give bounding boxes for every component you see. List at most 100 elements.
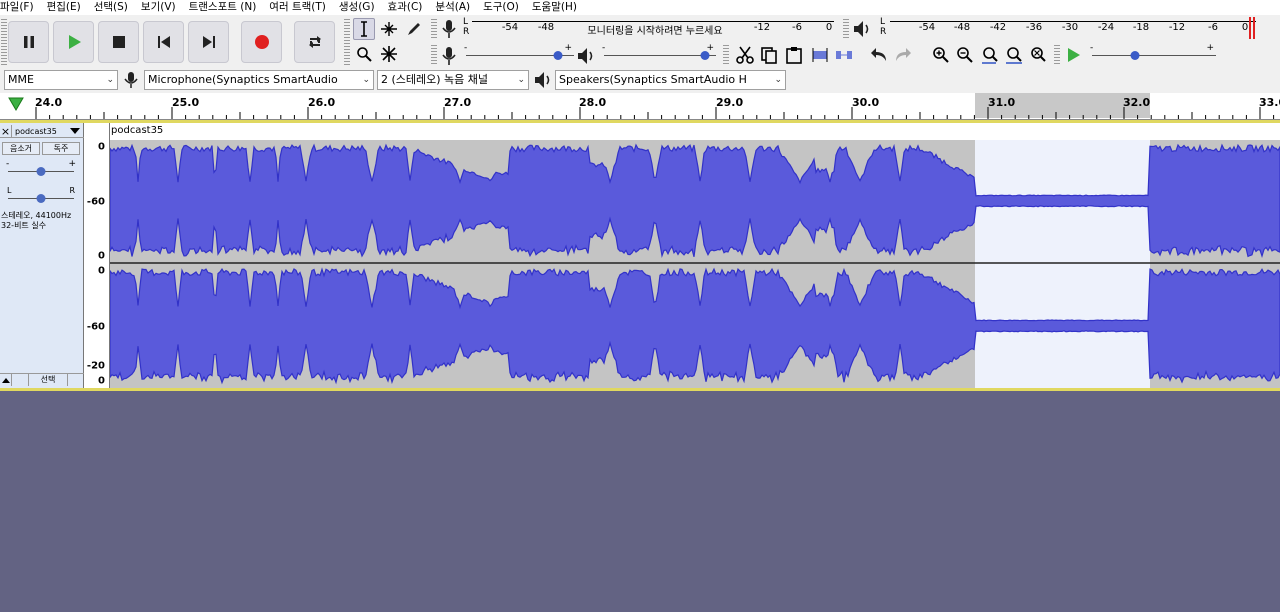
record-button[interactable]: [241, 21, 282, 63]
fit-selection-button[interactable]: [979, 44, 1001, 66]
record-volume-plus: +: [564, 43, 572, 53]
silence-button[interactable]: [833, 44, 855, 66]
gain-slider[interactable]: - +: [6, 159, 76, 179]
speaker-icon[interactable]: [852, 20, 872, 38]
mute-button[interactable]: 음소거: [2, 142, 40, 155]
skip-to-end-button[interactable]: [188, 21, 229, 63]
selection-tool-button[interactable]: [353, 18, 375, 40]
fit-project-button[interactable]: [1003, 44, 1025, 66]
play-meter-tick: -54: [918, 22, 936, 33]
recording-channels-select[interactable]: 2 (스테레오) 녹음 채널 ⌄: [377, 70, 529, 90]
menu-tracks[interactable]: 여러 트랙(T): [269, 0, 333, 15]
zoom-toggle-button[interactable]: [1027, 44, 1049, 66]
record-meter[interactable]: -54 -48 -12 -6 0 모니터링을 시작하려면 누르세요: [472, 18, 834, 38]
waveform-selection: [975, 123, 1150, 388]
menu-view[interactable]: 보기(V): [141, 0, 183, 15]
clip-indicator-right: [1253, 17, 1255, 39]
tools-grip[interactable]: [344, 19, 350, 65]
track-close-button[interactable]: ×: [0, 124, 12, 138]
trim-button[interactable]: [809, 44, 831, 66]
skip-to-start-button[interactable]: [143, 21, 184, 63]
menu-file[interactable]: 파일(F): [0, 0, 41, 15]
select-track-button[interactable]: 선택: [28, 374, 68, 386]
recording-device-select[interactable]: Microphone(Synaptics SmartAudio ⌄: [144, 70, 374, 90]
menu-select[interactable]: 선택(S): [94, 0, 135, 15]
collapse-track-button[interactable]: [0, 374, 12, 386]
playback-meter[interactable]: -54 -48 -42 -36 -30 -24 -18 -12 -6 0: [890, 18, 1256, 38]
play-meter-grip[interactable]: [843, 19, 849, 39]
menu-transport[interactable]: 트랜스포트 (N): [189, 0, 264, 15]
pan-left-label: L: [7, 186, 12, 195]
track-name-menu[interactable]: podcast35: [12, 127, 69, 136]
record-volume-thumb[interactable]: [553, 51, 563, 60]
playback-device-select[interactable]: Speakers(Synaptics SmartAudio H ⌄: [555, 70, 786, 90]
toolbar-grip[interactable]: [1, 19, 7, 65]
play-meter-tick: -48: [953, 22, 971, 33]
play-at-speed-grip[interactable]: [1054, 45, 1060, 65]
recording-channels-value: 2 (스테레오) 녹음 채널: [381, 73, 489, 86]
pause-button[interactable]: [8, 21, 49, 63]
stop-button[interactable]: [98, 21, 139, 63]
playback-volume-slider[interactable]: - +: [602, 43, 716, 63]
microphone-icon[interactable]: [440, 19, 458, 39]
cut-icon: [736, 46, 754, 64]
record-meter-channels: L R: [463, 17, 469, 37]
play-meter-tick: -42: [989, 22, 1007, 33]
vruler-label: -60: [86, 321, 105, 333]
pan-thumb[interactable]: [36, 194, 46, 203]
track-bottom-border: [0, 388, 1280, 391]
monitoring-prompt[interactable]: 모니터링을 시작하려면 누르세요: [585, 22, 725, 37]
playback-device-value: Speakers(Synaptics SmartAudio H: [559, 73, 747, 86]
play-at-speed-button[interactable]: [1062, 44, 1084, 66]
mixer-grip[interactable]: [431, 45, 437, 65]
menu-analyze[interactable]: 분석(A): [435, 0, 477, 15]
menu-help[interactable]: 도움말(H): [532, 0, 584, 15]
solo-button[interactable]: 독주: [42, 142, 80, 155]
playback-volume-minus: -: [602, 43, 606, 53]
playback-speed-slider[interactable]: - +: [1090, 43, 1216, 63]
paste-button[interactable]: [783, 44, 805, 66]
play-meter-channels: L R: [880, 17, 886, 37]
playback-volume-thumb[interactable]: [700, 51, 710, 60]
record-icon: [254, 35, 269, 49]
play-button[interactable]: [53, 21, 94, 63]
redo-button[interactable]: [892, 44, 914, 66]
timeline-ruler[interactable]: 24.0 25.0 26.0 27.0 28.0 29.0 30.0 31.0 …: [0, 93, 1280, 120]
speed-thumb[interactable]: [1130, 51, 1140, 60]
paste-icon: [786, 47, 802, 64]
zoom-out-button[interactable]: [954, 44, 976, 66]
menu-generate[interactable]: 생성(G): [339, 0, 382, 15]
waveform-display[interactable]: [110, 123, 1280, 388]
track-control-panel[interactable]: × podcast35 음소거 독주 - + L R 스테레오, 44100Hz…: [0, 123, 84, 388]
menu-bar: 파일(F) 편집(E) 선택(S) 보기(V) 트랜스포트 (N) 여러 트랙(…: [0, 0, 1280, 15]
play-meter-left-label: L: [880, 17, 886, 27]
record-meter-left-label: L: [463, 17, 469, 27]
record-meter-grip[interactable]: [431, 19, 437, 39]
clip-name[interactable]: podcast35: [111, 125, 168, 136]
envelope-tool-button[interactable]: [378, 18, 400, 40]
zoom-tool-button[interactable]: [353, 43, 375, 65]
edit-grip[interactable]: [723, 45, 729, 65]
audio-host-select[interactable]: MME ⌄: [4, 70, 118, 90]
multi-tool-button[interactable]: [378, 43, 400, 65]
menu-edit[interactable]: 편집(E): [47, 0, 88, 15]
play-meter-tick: -18: [1132, 22, 1150, 33]
draw-tool-button[interactable]: [403, 18, 425, 40]
gain-thumb[interactable]: [36, 167, 46, 176]
track-menu-arrow-icon[interactable]: [69, 127, 81, 135]
zoom-in-button[interactable]: [930, 44, 952, 66]
clip-title-bar: [110, 123, 1280, 140]
fit-project-icon: [1006, 47, 1022, 64]
menu-effect[interactable]: 효과(C): [388, 0, 430, 15]
track-format-info: 스테레오, 44100Hz: [1, 211, 72, 220]
vruler-label: -60: [86, 196, 105, 208]
undo-button[interactable]: [868, 44, 890, 66]
menu-tools[interactable]: 도구(O): [483, 0, 526, 15]
pan-slider[interactable]: L R: [7, 186, 75, 206]
loop-button[interactable]: [294, 21, 335, 63]
copy-button[interactable]: [758, 44, 780, 66]
record-volume-slider[interactable]: - +: [464, 43, 574, 63]
record-meter-right-label: R: [463, 27, 470, 37]
cut-button[interactable]: [734, 44, 756, 66]
play-meter-tick: -30: [1061, 22, 1079, 33]
